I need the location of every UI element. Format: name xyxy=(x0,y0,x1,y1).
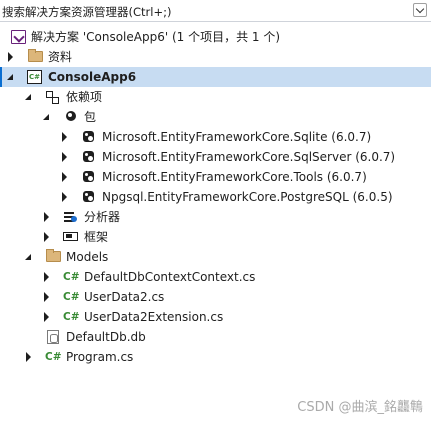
package-label: Microsoft.EntityFrameworkCore.Tools (6.0… xyxy=(102,170,367,184)
csproj-icon: C# xyxy=(27,70,42,84)
tree-row-cs-file[interactable]: C# UserData2.cs xyxy=(0,287,431,307)
tree-row-package[interactable]: Microsoft.EntityFrameworkCore.SqlServer … xyxy=(0,147,431,167)
expand-arrow-icon[interactable] xyxy=(6,52,16,62)
file-label: Program.cs xyxy=(66,350,134,364)
nuget-icon xyxy=(81,150,96,164)
tree-row-program[interactable]: C# Program.cs xyxy=(0,347,431,367)
tree-row-db-file[interactable]: DefaultDb.db xyxy=(0,327,431,347)
package-label: Microsoft.EntityFrameworkCore.Sqlite (6.… xyxy=(102,130,372,144)
expand-arrow-icon[interactable] xyxy=(42,292,52,302)
folder-icon xyxy=(46,249,61,262)
tree-row-cs-file[interactable]: C# DefaultDbContextContext.cs xyxy=(0,267,431,287)
packages-label: 包 xyxy=(84,110,97,124)
file-label: DefaultDb.db xyxy=(66,330,146,344)
tree-row-solution[interactable]: 解决方案 'ConsoleApp6' (1 个项目，共 1 个) xyxy=(0,27,431,47)
database-file-icon xyxy=(47,330,59,344)
expand-arrow-icon[interactable] xyxy=(42,312,52,322)
watermark: CSDN @曲滨_銘龘鶽 xyxy=(297,400,423,415)
tree-row-cs-file[interactable]: C# UserData2Extension.cs xyxy=(0,307,431,327)
file-label: UserData2.cs xyxy=(84,290,165,304)
search-box[interactable]: 搜索解决方案资源管理器(Ctrl+;) xyxy=(0,0,431,22)
tree-row-ziliao[interactable]: 资料 xyxy=(0,47,431,67)
solution-label: 解决方案 'ConsoleApp6' (1 个项目，共 1 个) xyxy=(31,30,281,44)
tree-row-packages[interactable]: 包 xyxy=(0,107,431,127)
expand-arrow-icon[interactable] xyxy=(60,152,70,162)
package-icon xyxy=(64,110,79,124)
collapse-arrow-icon[interactable] xyxy=(24,252,34,262)
folder-icon xyxy=(28,49,43,62)
search-input[interactable]: 搜索解决方案资源管理器(Ctrl+;) xyxy=(2,4,171,20)
package-label: Microsoft.EntityFrameworkCore.SqlServer … xyxy=(102,150,396,164)
tree-row-models[interactable]: Models xyxy=(0,247,431,267)
frameworks-label: 框架 xyxy=(84,230,109,244)
csharp-file-icon: C# xyxy=(45,351,62,363)
expand-arrow-icon[interactable] xyxy=(60,172,70,182)
file-label: UserData2Extension.cs xyxy=(84,310,224,324)
nuget-icon xyxy=(81,170,96,184)
solution-icon xyxy=(11,30,26,44)
tree-row-package[interactable]: Microsoft.EntityFrameworkCore.Tools (6.0… xyxy=(0,167,431,187)
nuget-icon xyxy=(81,190,96,204)
expand-arrow-icon[interactable] xyxy=(60,132,70,142)
dependencies-label: 依赖项 xyxy=(66,90,103,104)
package-label: Npgsql.EntityFrameworkCore.PostgreSQL (6… xyxy=(102,190,393,204)
search-options-icon[interactable] xyxy=(413,3,427,17)
tree-row-dependencies[interactable]: 依赖项 xyxy=(0,87,431,107)
folder-label: 资料 xyxy=(48,50,73,64)
nuget-icon xyxy=(81,130,96,144)
dependencies-icon xyxy=(45,90,60,104)
tree-row-analyzers[interactable]: 分析器 xyxy=(0,207,431,227)
expand-arrow-icon[interactable] xyxy=(42,272,52,282)
collapse-arrow-icon[interactable] xyxy=(24,92,34,102)
tree-row-frameworks[interactable]: 框架 xyxy=(0,227,431,247)
file-label: DefaultDbContextContext.cs xyxy=(84,270,256,284)
csharp-file-icon: C# xyxy=(63,291,80,303)
tree-row-project[interactable]: C# ConsoleApp6 xyxy=(0,67,431,87)
models-label: Models xyxy=(66,250,109,264)
expand-arrow-icon[interactable] xyxy=(42,212,52,222)
tree-row-package[interactable]: Microsoft.EntityFrameworkCore.Sqlite (6.… xyxy=(0,127,431,147)
analyzer-icon xyxy=(63,210,78,224)
tree-row-package[interactable]: Npgsql.EntityFrameworkCore.PostgreSQL (6… xyxy=(0,187,431,207)
analyzers-label: 分析器 xyxy=(84,210,121,224)
expand-arrow-icon[interactable] xyxy=(60,192,70,202)
collapse-arrow-icon[interactable] xyxy=(42,112,52,122)
expand-arrow-icon[interactable] xyxy=(24,352,34,362)
framework-icon xyxy=(63,232,78,241)
expand-arrow-icon[interactable] xyxy=(42,232,52,242)
collapse-arrow-icon[interactable] xyxy=(6,72,16,82)
csharp-file-icon: C# xyxy=(63,271,80,283)
project-label: ConsoleApp6 xyxy=(48,70,137,84)
csharp-file-icon: C# xyxy=(63,311,80,323)
